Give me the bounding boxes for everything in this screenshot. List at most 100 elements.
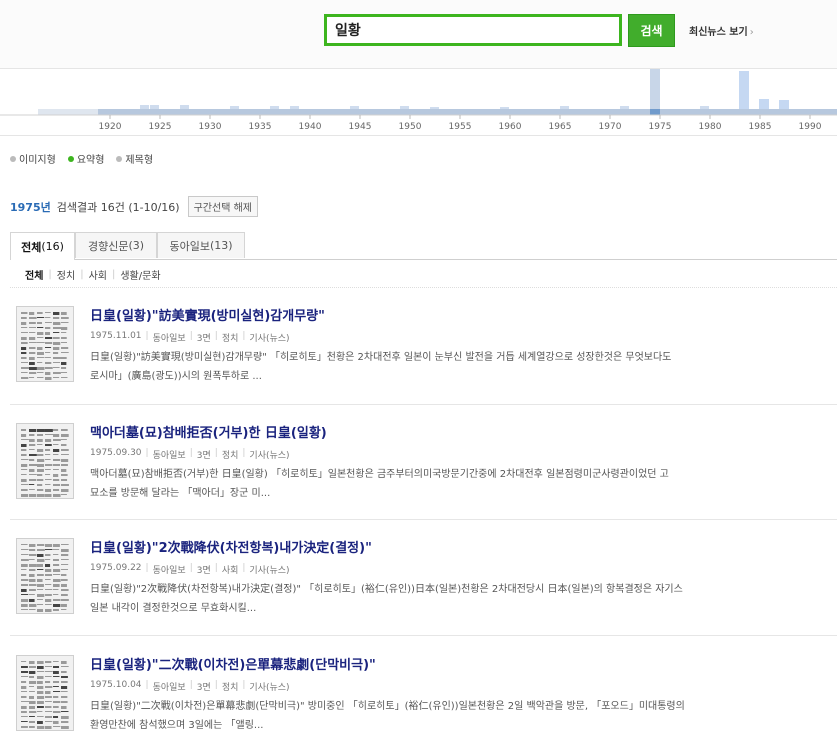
result-date: 1975.09.30 bbox=[90, 448, 142, 458]
snippet-line: 묘소를 방문해 달라는 「맥아더」장군 미... bbox=[90, 488, 271, 499]
subcat-all[interactable]: 전체 bbox=[25, 267, 43, 282]
timeline-label[interactable]: 1990 bbox=[799, 122, 822, 132]
timeline-label[interactable]: 1940 bbox=[299, 122, 322, 132]
newspaper-page-icon bbox=[21, 661, 69, 729]
tab-label: 전체 bbox=[21, 240, 42, 254]
result-type: 기사(뉴스) bbox=[249, 451, 290, 461]
timeline-bar[interactable] bbox=[230, 106, 239, 109]
timeline-label[interactable]: 1930 bbox=[199, 122, 222, 132]
newspaper-thumbnail[interactable] bbox=[16, 306, 74, 382]
result-title[interactable]: 맥아더墓(묘)참배拒否(거부)한 日皇(일황) bbox=[90, 422, 327, 441]
timeline-bar[interactable] bbox=[500, 107, 509, 109]
timeline-label[interactable]: 1920 bbox=[99, 122, 122, 132]
radio-dot-selected-icon bbox=[67, 155, 74, 162]
result-title[interactable]: 日皇(일황)"2次戰降伏(차전항복)내가決定(결정)" bbox=[90, 537, 372, 556]
year-timeline[interactable]: 1920 1925 1930 1935 1940 1945 1950 1955 1960 1965… bbox=[0, 68, 837, 136]
timeline-bar[interactable] bbox=[290, 106, 299, 109]
timeline-bar[interactable] bbox=[270, 106, 279, 109]
result-page: 3면 bbox=[196, 451, 211, 461]
snippet-line: 日皇(일황)"二次戰(이차전)은單幕悲劇(단막비극)" 방미중인 「히로히토」(… bbox=[90, 701, 685, 712]
snippet-line: 日皇(일황)"訪美實現(방미실현)감개무량" 「히로히토」천황은 2차대전후 일… bbox=[90, 352, 672, 363]
latest-news-link[interactable]: 최신뉴스 보기 › bbox=[689, 23, 754, 38]
timeline-bar[interactable] bbox=[140, 105, 149, 109]
result-item: 日皇(일황)"訪美實現(방미실현)감개무량" 1975.11.01 | 동아일보 |… bbox=[0, 290, 837, 402]
tab-donga[interactable]: 동아일보 (13) bbox=[157, 232, 245, 258]
timeline-label[interactable]: 1975 bbox=[649, 122, 672, 132]
result-meta: 1975.10.04 | 동아일보 | 3면 | 정치 | 기사(뉴스) bbox=[90, 680, 290, 693]
result-type: 기사(뉴스) bbox=[249, 566, 290, 576]
tab-count: (16) bbox=[41, 240, 64, 253]
tab-all[interactable]: 전체 (16) bbox=[10, 232, 75, 260]
result-title[interactable]: 日皇(일황)"訪美實現(방미실현)감개무량" bbox=[90, 305, 325, 324]
subcat-society[interactable]: 사회 bbox=[89, 267, 107, 282]
view-options: 이미지형 요약형 제목형 bbox=[10, 151, 153, 166]
snippet-line: 로시마」(廣島(광도))시의 원폭투하로 ... bbox=[90, 371, 262, 382]
result-type: 기사(뉴스) bbox=[249, 334, 290, 344]
timeline-selected-bar[interactable] bbox=[650, 69, 660, 115]
timeline-label[interactable]: 1980 bbox=[699, 122, 722, 132]
tab-count: (3) bbox=[128, 239, 145, 252]
newspaper-thumbnail[interactable] bbox=[16, 538, 74, 614]
snippet-line: 일본 내각이 결정한것으로 무효화시킬... bbox=[90, 603, 257, 614]
latest-news-label: 최신뉴스 보기 bbox=[689, 27, 748, 38]
timeline-bar[interactable] bbox=[350, 106, 359, 109]
timeline-label[interactable]: 1970 bbox=[599, 122, 622, 132]
result-section: 사회 bbox=[221, 566, 239, 576]
timeline-bar[interactable] bbox=[779, 100, 789, 109]
result-section: 정치 bbox=[221, 334, 239, 344]
view-option-summary[interactable]: 요약형 bbox=[67, 151, 105, 166]
result-title[interactable]: 日皇(일황)"二次戰(이차전)은單幕悲劇(단막비극)" bbox=[90, 654, 376, 673]
view-option-label: 요약형 bbox=[76, 155, 105, 166]
result-section: 정치 bbox=[221, 683, 239, 693]
reset-range-button[interactable]: 구간선택 해제 bbox=[187, 196, 258, 217]
timeline-label[interactable]: 1935 bbox=[249, 122, 272, 132]
timeline-label[interactable]: 1945 bbox=[349, 122, 372, 132]
subcat-culture[interactable]: 생활/문화 bbox=[120, 267, 160, 282]
newspaper-thumbnail[interactable] bbox=[16, 655, 74, 731]
newspaper-tabs: 전체 (16) 경향신문 (3) 동아일보 (13) bbox=[10, 232, 837, 260]
result-page: 3면 bbox=[196, 566, 211, 576]
result-item: 맥아더墓(묘)참배拒否(거부)한 日皇(일황) 1975.09.30 | 동아일보… bbox=[0, 407, 837, 519]
divider: | bbox=[48, 269, 52, 280]
tab-label: 경향신문 bbox=[87, 239, 129, 253]
timeline-label[interactable]: 1955 bbox=[449, 122, 472, 132]
snippet-line: 환영만찬에 참석했으며 3일에는 「앨링... bbox=[90, 720, 264, 731]
view-option-label: 제목형 bbox=[125, 155, 154, 166]
search-input[interactable] bbox=[327, 17, 623, 43]
timeline-label[interactable]: 1950 bbox=[399, 122, 422, 132]
subcategory-filter: 전체 | 정치 | 사회 | 생활/문화 bbox=[25, 267, 161, 282]
subcat-politics[interactable]: 정치 bbox=[57, 267, 75, 282]
timeline-bar[interactable] bbox=[620, 106, 629, 109]
timeline-bar[interactable] bbox=[560, 106, 569, 109]
timeline-bar[interactable] bbox=[759, 99, 769, 109]
tab-label: 동아일보 bbox=[169, 239, 210, 253]
newspaper-thumbnail[interactable] bbox=[16, 423, 74, 499]
timeline-label[interactable]: 1960 bbox=[499, 122, 522, 132]
timeline-label[interactable]: 1985 bbox=[749, 122, 772, 132]
result-snippet: 日皇(일황)"2次戰降伏(차전항복)내가決定(결정)" 「히로히토」(裕仁(유인… bbox=[90, 580, 837, 618]
tab-kyunghyang[interactable]: 경향신문 (3) bbox=[75, 232, 157, 258]
result-paper: 동아일보 bbox=[152, 451, 186, 461]
timeline-bar[interactable] bbox=[180, 105, 189, 109]
timeline-bar[interactable] bbox=[150, 105, 159, 109]
result-paper: 동아일보 bbox=[152, 334, 186, 344]
radio-dot-icon bbox=[10, 155, 16, 162]
search-button[interactable]: 검색 bbox=[628, 14, 675, 47]
timeline-bar[interactable] bbox=[400, 106, 409, 109]
timeline-label[interactable]: 1925 bbox=[149, 122, 172, 132]
timeline-bar[interactable] bbox=[700, 106, 709, 109]
divider bbox=[10, 287, 837, 288]
timeline-chart[interactable]: 1920 1925 1930 1935 1940 1945 1950 1955 1960 1965… bbox=[0, 69, 837, 135]
view-option-title[interactable]: 제목형 bbox=[116, 151, 153, 166]
timeline-bar[interactable] bbox=[739, 71, 749, 109]
result-date: 1975.10.04 bbox=[90, 680, 142, 690]
result-type: 기사(뉴스) bbox=[249, 683, 290, 693]
search-box[interactable] bbox=[324, 14, 623, 46]
timeline-selected-marker bbox=[650, 109, 660, 115]
divider: | bbox=[111, 269, 116, 280]
view-option-image[interactable]: 이미지형 bbox=[10, 151, 56, 166]
timeline-bar[interactable] bbox=[430, 107, 439, 109]
result-snippet: 맥아더墓(묘)참배拒否(거부)한 日皇(일황) 「히로히토」일본천황은 금주부터… bbox=[90, 465, 837, 503]
timeline-label[interactable]: 1965 bbox=[549, 122, 572, 132]
divider bbox=[10, 404, 837, 405]
